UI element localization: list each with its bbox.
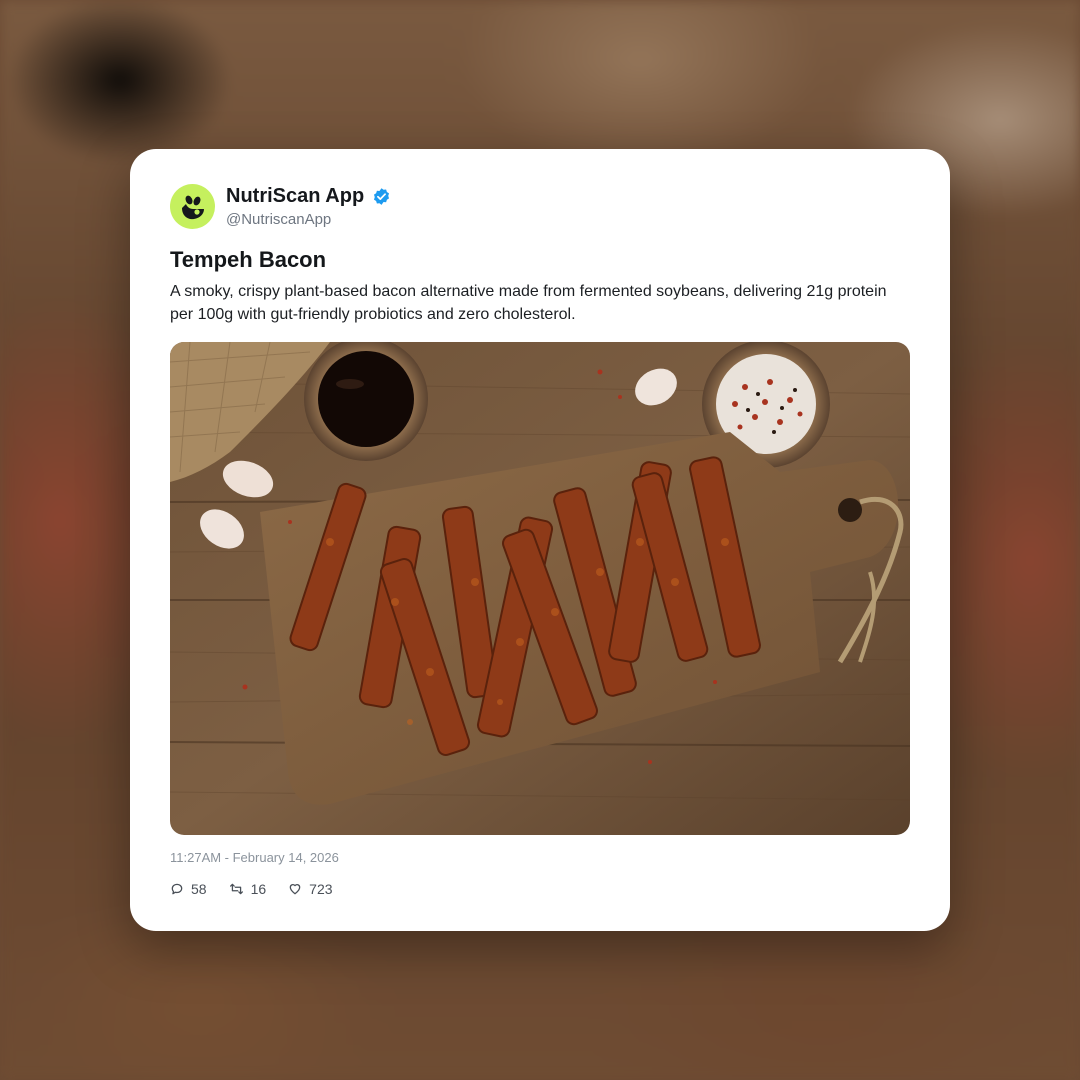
like-count: 723 — [309, 881, 333, 897]
reply-icon — [171, 883, 183, 895]
retweet-icon — [229, 883, 243, 895]
heart-icon — [289, 884, 301, 895]
engagement-stats: 58 16 723 — [170, 881, 333, 897]
post-card: NutriScan App @NutriscanApp Tempeh Bacon… — [130, 149, 950, 931]
retweet-button[interactable]: 16 — [229, 881, 267, 897]
post-timestamp[interactable]: 11:27AM - February 14, 2026 — [170, 850, 339, 865]
post-image[interactable] — [170, 342, 910, 835]
reply-button[interactable]: 58 — [170, 881, 207, 897]
author-name-row: NutriScan App — [226, 185, 391, 208]
author-name[interactable]: NutriScan App — [226, 185, 364, 208]
reply-count: 58 — [191, 881, 207, 897]
author-handle[interactable]: @NutriscanApp — [226, 211, 331, 228]
post-title: Tempeh Bacon — [170, 247, 327, 272]
like-button[interactable]: 723 — [288, 881, 333, 897]
verified-badge-icon — [374, 188, 390, 205]
post-description: A smoky, crispy plant-based bacon altern… — [170, 283, 887, 323]
retweet-count: 16 — [250, 881, 267, 897]
nutriscan-logo-icon — [181, 195, 204, 219]
avatar[interactable] — [170, 184, 215, 229]
